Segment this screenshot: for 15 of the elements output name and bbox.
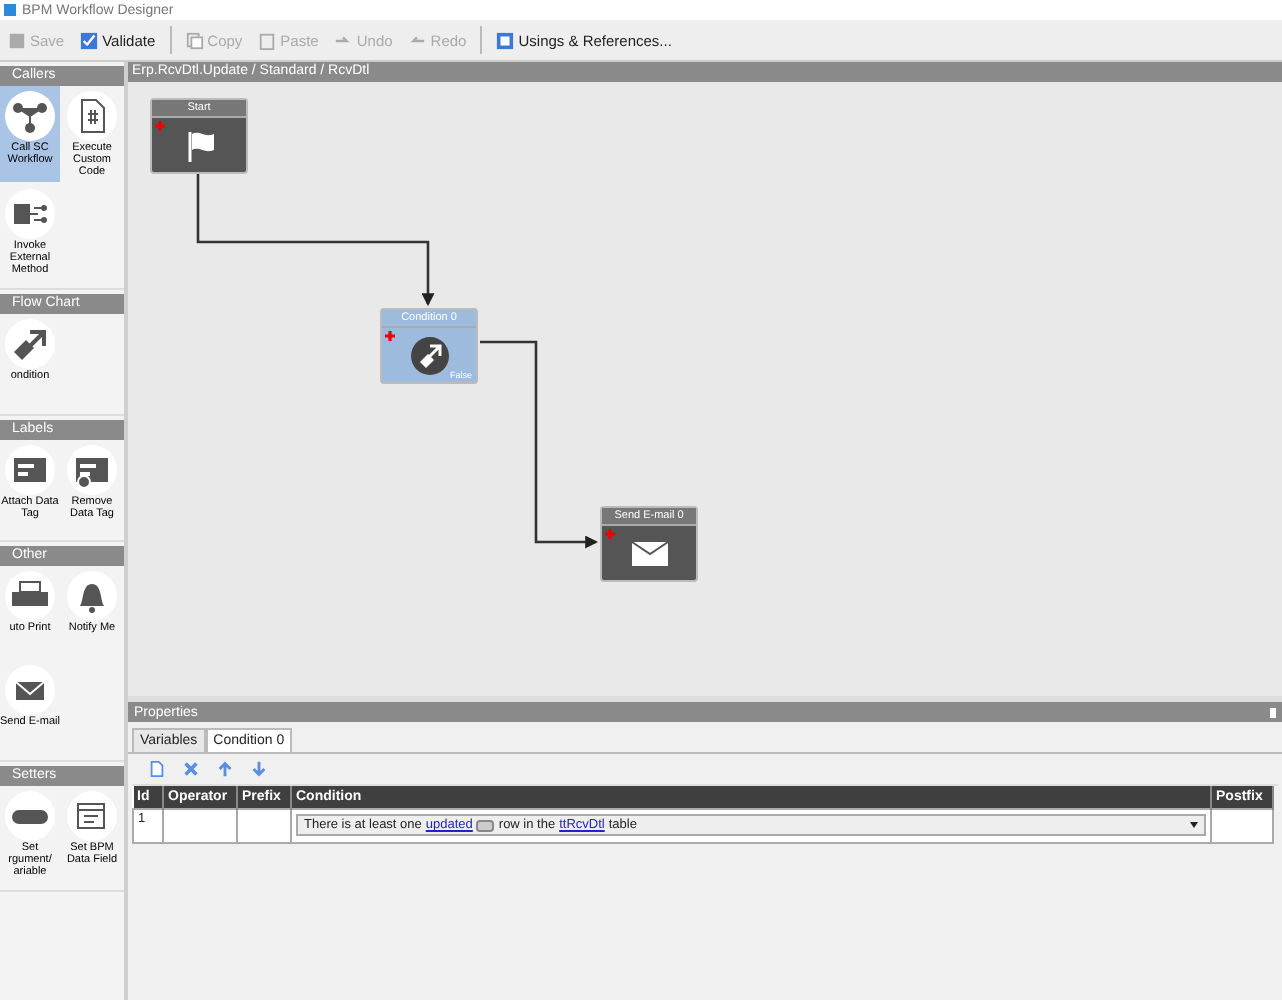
add-icon[interactable] xyxy=(604,528,616,540)
add-icon[interactable] xyxy=(384,330,396,342)
new-document-icon[interactable] xyxy=(148,760,166,778)
square-icon xyxy=(496,31,515,49)
delete-icon[interactable] xyxy=(182,760,200,778)
copy-icon xyxy=(185,31,204,49)
checkbox-icon xyxy=(80,31,99,49)
app-logo-icon xyxy=(4,4,16,16)
caret-icon[interactable] xyxy=(1190,822,1198,828)
add-icon[interactable] xyxy=(154,120,166,132)
clipboard-icon xyxy=(258,31,277,49)
move-up-icon[interactable] xyxy=(216,760,234,778)
pin-icon[interactable] xyxy=(1270,707,1276,717)
dropdown-caret-icon[interactable] xyxy=(476,819,495,831)
move-down-icon[interactable] xyxy=(250,760,268,778)
